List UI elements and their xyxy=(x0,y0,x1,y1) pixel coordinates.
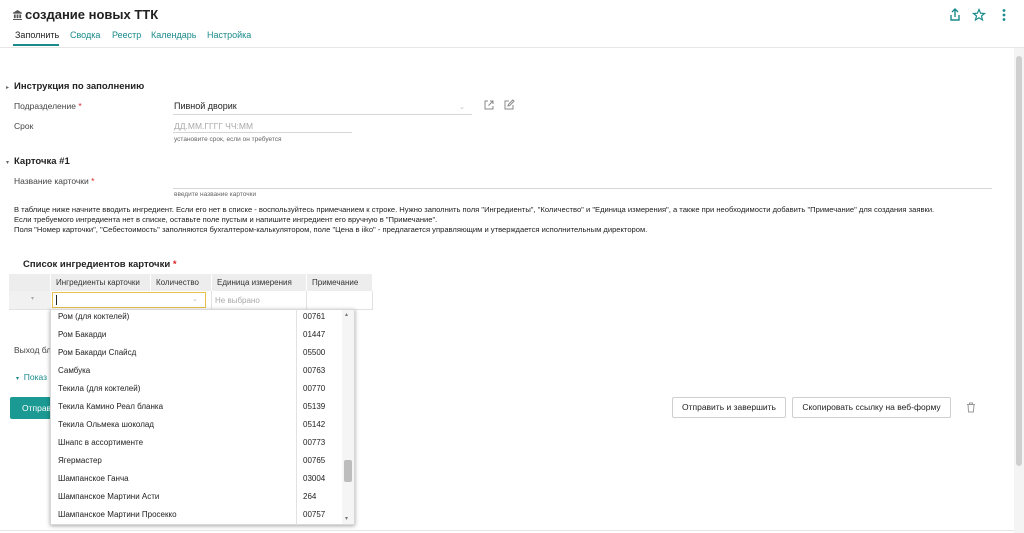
share-icon[interactable] xyxy=(948,8,962,22)
list-item[interactable]: Ром Бакарди Спайсд 05500 xyxy=(51,344,346,362)
list-item[interactable]: Ром Бакарди 01447 xyxy=(51,326,346,344)
ingredients-table-title: Список ингредиентов карточки * xyxy=(23,259,177,270)
ingredient-dropdown[interactable]: Ром (для коктелей) 00761 Ром Бакарди 01447… xyxy=(50,309,355,525)
unit-select[interactable]: Не выбрано xyxy=(215,296,260,305)
list-item[interactable]: Шампанское Ганча 03004 xyxy=(51,470,346,488)
output-label: Выход бл xyxy=(14,345,52,355)
page-title: создание новых ТТК xyxy=(13,7,158,22)
section-title-card[interactable]: Карточка #1 xyxy=(14,156,70,167)
cell-divider xyxy=(211,291,212,309)
dropdown-column-divider xyxy=(296,309,297,525)
list-item[interactable]: Текила Камино Реал бланка 05139 xyxy=(51,398,346,416)
deadline-input[interactable]: ДД.ММ.ГГГГ ЧЧ:ММ xyxy=(174,121,253,131)
collapse-triangle-icon[interactable]: ▸ xyxy=(6,84,9,91)
list-item[interactable]: Шампанское Мартини Асти 264 xyxy=(51,488,346,506)
department-label: Подразделение * xyxy=(14,101,82,111)
dropdown-scrollbar[interactable] xyxy=(342,310,354,524)
deadline-hint: установите срок, если он требуется xyxy=(174,136,282,143)
list-item[interactable]: Шампанское Мартини Просекко 00757 xyxy=(51,506,346,524)
row-handle[interactable] xyxy=(9,291,51,309)
table-header-index xyxy=(9,274,51,291)
list-item[interactable]: Ягермастер 00765 xyxy=(51,452,346,470)
bottom-divider xyxy=(0,530,1014,531)
edit-icon[interactable] xyxy=(503,99,515,111)
scroll-down-icon[interactable]: ▾ xyxy=(345,515,348,522)
column-quantity[interactable]: Количество xyxy=(151,274,212,291)
trash-icon[interactable] xyxy=(966,402,976,413)
list-item[interactable]: Текила (для коктелей) 00770 xyxy=(51,380,346,398)
collapse-triangle-icon[interactable]: ▾ xyxy=(6,159,9,166)
department-underline xyxy=(173,114,472,115)
card-name-input[interactable] xyxy=(173,188,992,189)
ingredient-input[interactable] xyxy=(52,292,206,308)
text-cursor xyxy=(56,295,57,305)
tab-calendar[interactable]: Календарь xyxy=(151,30,196,40)
row-border-right xyxy=(372,291,373,309)
list-item[interactable]: Самбука 00763 xyxy=(51,362,346,380)
column-ingredients[interactable]: Ингредиенты карточки xyxy=(51,274,151,291)
section-title-instructions[interactable]: Инструкция по заполнению xyxy=(14,81,144,92)
tab-summary[interactable]: Сводка xyxy=(70,30,100,40)
tab-registry[interactable]: Реестр xyxy=(112,30,141,40)
send-and-finish-button[interactable]: Отправить и завершить xyxy=(672,397,786,418)
more-vertical-icon[interactable] xyxy=(997,8,1011,22)
show-toggle[interactable]: ▾ Показ xyxy=(16,372,47,382)
card-name-label: Название карточки * xyxy=(14,176,95,186)
page-scrollbar-thumb[interactable] xyxy=(1016,56,1022,466)
copy-link-button[interactable]: Скопировать ссылку на веб-форму xyxy=(792,397,951,418)
list-item[interactable]: Шнапс в ассортименте 00773 xyxy=(51,434,346,452)
list-item[interactable]: Текила Ольмека шоколад 05142 xyxy=(51,416,346,434)
list-item[interactable]: Ром (для коктелей) 00761 xyxy=(51,310,346,326)
deadline-label: Срок xyxy=(14,121,34,131)
department-select[interactable]: Пивной дворик xyxy=(174,101,237,111)
star-icon[interactable] xyxy=(971,7,987,22)
chevron-down-icon[interactable]: ⌄ xyxy=(192,295,198,303)
send-button[interactable]: Отправ xyxy=(10,397,52,419)
chevron-down-icon[interactable]: ⌄ xyxy=(459,103,465,111)
column-note[interactable]: Примечание xyxy=(307,274,373,291)
tab-fill[interactable]: Заполнить xyxy=(15,30,59,40)
deadline-underline xyxy=(173,132,352,133)
row-menu-icon[interactable]: ▾ xyxy=(31,295,34,302)
card-instructions: В таблице ниже начните вводить ингредиен… xyxy=(14,205,935,234)
card-name-hint: введите название карточки xyxy=(174,191,257,198)
tab-settings[interactable]: Настройка xyxy=(207,30,251,40)
building-icon xyxy=(13,10,22,20)
active-tab-indicator xyxy=(13,44,59,46)
dropdown-scrollbar-thumb[interactable] xyxy=(344,460,352,482)
open-external-icon[interactable] xyxy=(483,99,495,111)
column-unit[interactable]: Единица измерения xyxy=(212,274,307,291)
cell-divider xyxy=(306,291,307,309)
scroll-up-icon[interactable]: ▴ xyxy=(345,311,348,318)
